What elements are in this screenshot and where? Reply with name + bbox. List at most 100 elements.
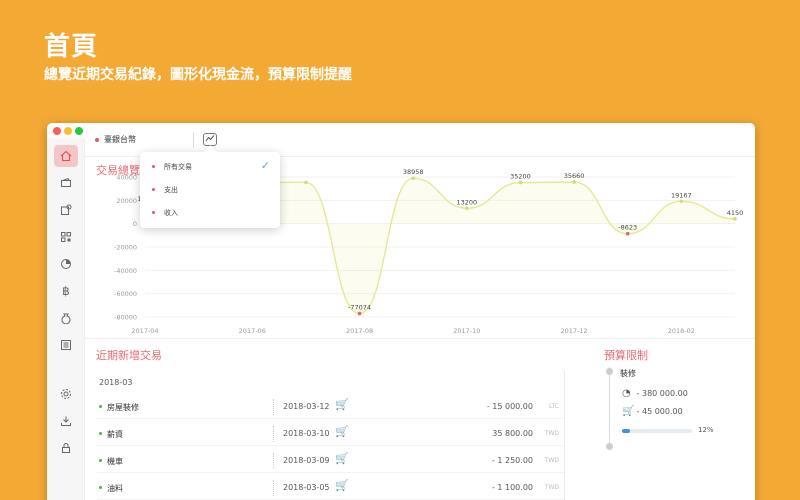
y-tick-label: -60000 (114, 290, 137, 298)
y-tick-label: 40000 (116, 174, 137, 182)
dropdown-item-income[interactable]: 收入 (140, 204, 280, 222)
close-window-button[interactable] (53, 127, 61, 135)
section-divider (85, 338, 755, 339)
recent-transactions-title: 近期新增交易 (96, 349, 162, 362)
data-point (518, 180, 523, 185)
account-selector[interactable]: 臺銀台幣 (104, 134, 136, 145)
transaction-currency: TWD (544, 430, 559, 437)
transaction-currency: TWD (544, 457, 559, 464)
x-tick-label: 2017-08 (346, 327, 373, 335)
transaction-currency: TWD (544, 484, 559, 491)
timeline-dot (606, 443, 613, 450)
dropdown-label: 支出 (164, 186, 178, 194)
table-row[interactable]: 房屋裝修 2018-03-12 🛒 - 15 000.00 LTC (97, 395, 565, 419)
transaction-name: 機車 (107, 457, 123, 466)
sidebar: ฿ (47, 138, 85, 500)
transaction-amount: 35 800.00 (492, 429, 533, 438)
cart-icon: 🛒 (335, 479, 349, 492)
budget-title: 預算限制 (604, 349, 648, 362)
x-tick-label: 2017-04 (131, 327, 158, 335)
dropdown-dot (152, 188, 155, 191)
data-label: 38958 (403, 168, 424, 176)
dropdown-label: 收入 (164, 209, 178, 217)
data-point (572, 180, 576, 184)
home-icon[interactable] (54, 145, 78, 167)
transaction-date: 2018-03-05 (283, 483, 330, 492)
budget-spent-row: 🛒 - 45 000.00 (622, 406, 683, 417)
transaction-date: 2018-03-10 (283, 429, 330, 438)
minimize-window-button[interactable] (64, 127, 72, 135)
transaction-date: 2018-03-12 (283, 402, 330, 411)
budget-spent: - 45 000.00 (636, 407, 683, 416)
budget-progress-label: 12% (698, 426, 714, 434)
data-point (411, 176, 415, 181)
scrollbar-track[interactable] (564, 371, 565, 500)
data-label: 13200 (456, 198, 477, 206)
column-separator (273, 453, 274, 469)
cart-icon: 🛒 (335, 398, 349, 411)
budget-timeline (609, 367, 610, 449)
table-row[interactable]: 油料 2018-03-05 🛒 - 1 100.00 TWD (97, 476, 565, 500)
transaction-amount: - 1 100.00 (491, 483, 533, 492)
table-row[interactable]: 機車 2018-03-09 🛒 - 1 250.00 TWD (97, 449, 565, 473)
gauge-icon: ◔ (622, 388, 631, 399)
toolbar-divider (193, 132, 194, 148)
data-point (679, 199, 684, 204)
import-icon[interactable] (54, 410, 78, 432)
category-dot (99, 405, 102, 408)
bitcoin-icon[interactable]: ฿ (54, 280, 78, 302)
account-dot (95, 138, 99, 142)
column-separator (273, 426, 274, 442)
y-tick-label: -80000 (114, 314, 137, 322)
transaction-name: 油料 (107, 484, 123, 493)
cart-icon: 🛒 (335, 425, 349, 438)
dropdown-dot (152, 211, 155, 214)
dropdown-item-expense[interactable]: 支出 (140, 181, 280, 199)
category-dot (99, 459, 102, 462)
qrcode-icon[interactable] (54, 226, 78, 248)
y-tick-label: 0 (133, 220, 137, 228)
app-window: ฿ 臺銀台幣 交易總覽 40000 20000 0 -20000 -40000 -6000… (47, 123, 755, 500)
data-label: -77074 (348, 304, 371, 312)
transaction-name: 薪資 (107, 430, 123, 439)
x-tick-label: 2017-06 (239, 327, 266, 335)
transaction-amount: - 15 000.00 (486, 402, 533, 411)
checkmark-icon: ✓ (260, 159, 270, 172)
data-point (625, 231, 630, 236)
dropdown-dot (152, 165, 155, 168)
lock-icon[interactable] (54, 437, 78, 459)
budget-progress-bar (622, 429, 692, 433)
transaction-name: 房屋裝修 (107, 403, 139, 412)
month-header: 2018-03 (99, 378, 133, 387)
transaction-filter-dropdown: 所有交易 ✓ 支出 收入 (140, 152, 280, 228)
table-row[interactable]: 薪資 2018-03-10 🛒 35 800.00 TWD (97, 422, 565, 446)
data-point (304, 180, 308, 185)
cart-icon: 🛒 (335, 452, 349, 465)
cart-icon: 🛒 (622, 406, 635, 417)
pie-chart-icon[interactable] (54, 253, 78, 275)
gear-icon[interactable] (54, 383, 78, 405)
data-label: 35660 (564, 172, 585, 180)
wallet-icon[interactable] (54, 172, 78, 194)
data-label: -8623 (618, 224, 637, 232)
moneybag-icon[interactable] (54, 307, 78, 329)
transaction-date: 2018-03-09 (283, 456, 330, 465)
budget-name: 裝修 (620, 369, 636, 378)
data-label: 35200 (510, 173, 531, 181)
dropdown-item-all[interactable]: 所有交易 ✓ (140, 158, 280, 176)
x-tick-label: 2018-02 (668, 327, 695, 335)
y-tick-label: 20000 (116, 197, 137, 205)
x-tick-label: 2017-12 (561, 327, 588, 335)
data-label: 19167 (671, 191, 692, 199)
y-tick-label: -40000 (114, 267, 137, 275)
data-point (465, 206, 469, 211)
budget-limit-row: ◔ - 380 000.00 (622, 388, 688, 399)
data-label: 4150 (727, 209, 744, 217)
category-dot (99, 486, 102, 489)
zoom-window-button[interactable] (75, 127, 83, 135)
column-separator (273, 480, 274, 496)
card-icon[interactable] (54, 199, 78, 221)
list-icon[interactable] (54, 334, 78, 356)
column-separator (273, 399, 274, 415)
transaction-currency: LTC (548, 403, 559, 410)
